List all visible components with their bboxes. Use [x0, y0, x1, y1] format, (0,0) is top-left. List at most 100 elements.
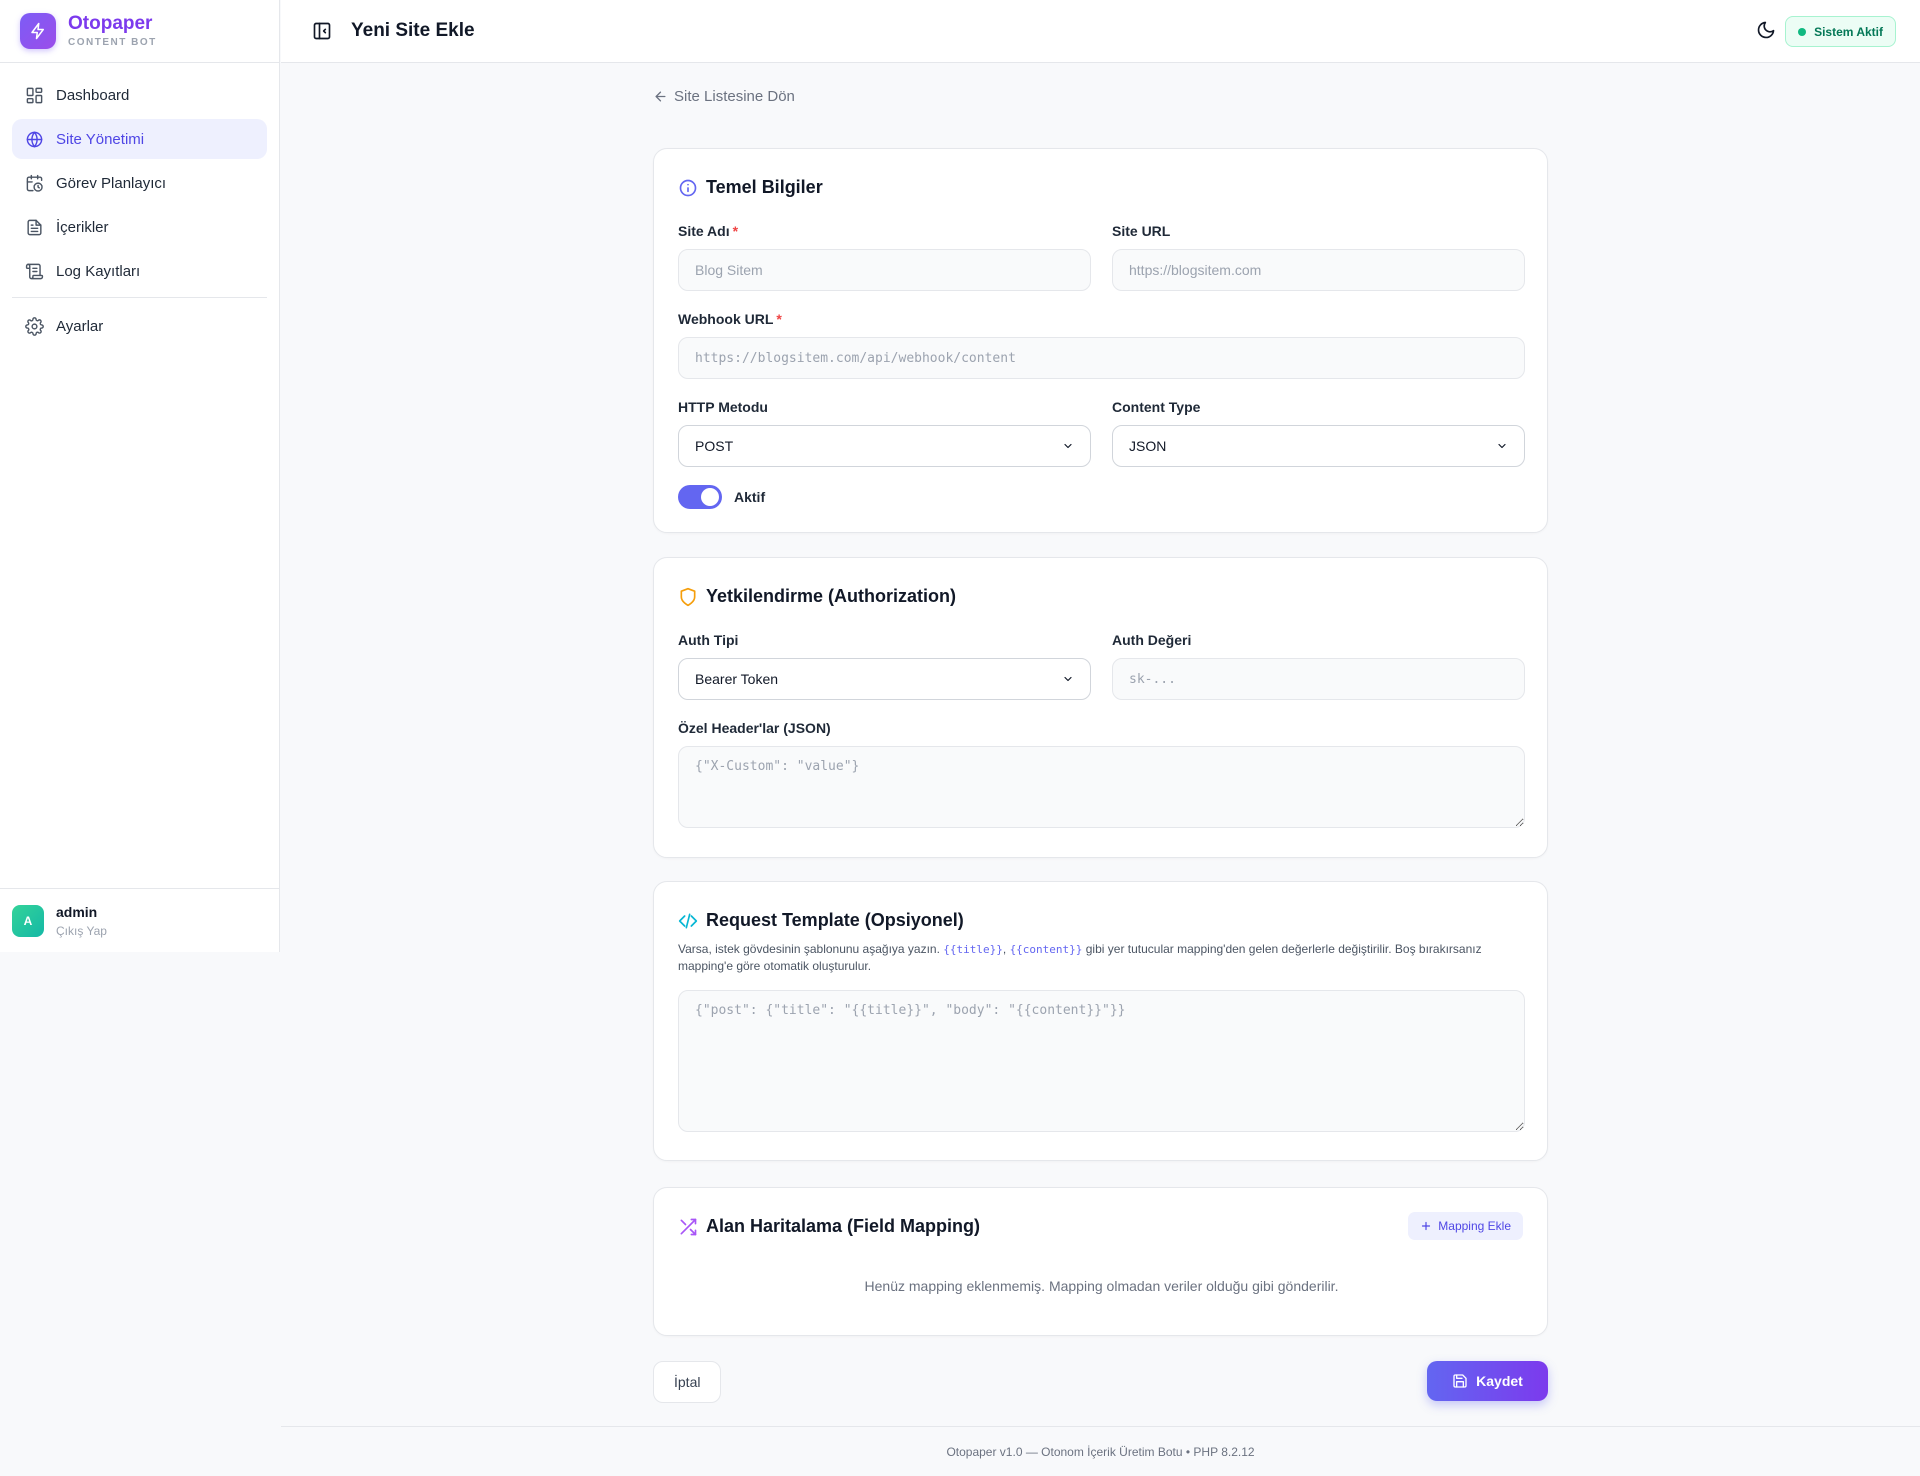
chevron-down-icon	[1498, 443, 1506, 449]
content-type-select[interactable]: JSON	[1112, 425, 1525, 467]
sidebar-collapse-icon	[313, 22, 331, 40]
sidebar-item-label: Görev Planlayıcı	[56, 174, 167, 192]
status-dot-icon	[1798, 27, 1807, 36]
arrow-left-icon	[655, 91, 666, 102]
sidebar-nav: Dashboard Site Yönetimi Görev Planlayıcı…	[0, 63, 279, 346]
info-icon	[679, 179, 697, 196]
auth-value-field: Auth Değeri	[1112, 632, 1525, 700]
avatar: A	[12, 904, 44, 937]
document-icon	[27, 219, 42, 235]
calendar-clock-icon	[26, 174, 43, 192]
plus-icon	[1422, 1221, 1431, 1231]
sidebar-item-label: Dashboard	[56, 86, 130, 104]
card-title: Yetkilendirme (Authorization)	[678, 586, 956, 607]
request-template-field	[678, 990, 1525, 1137]
sidebar-item-label: Site Yönetimi	[56, 130, 145, 148]
auth-value-input[interactable]	[1112, 658, 1525, 700]
request-template-card: Request Template (Opsiyonel) Varsa, iste…	[653, 881, 1548, 1161]
bolt-icon	[20, 13, 56, 49]
site-url-input[interactable]	[1112, 249, 1525, 291]
http-method-field: HTTP Metodu POST	[678, 399, 1091, 467]
webhook-url-input[interactable]	[678, 337, 1525, 379]
page-title: Yeni Site Ekle	[351, 20, 475, 41]
dashboard-icon	[26, 87, 43, 103]
card-title-text: Temel Bilgiler	[706, 177, 823, 197]
card-title: Temel Bilgiler	[678, 177, 823, 198]
sidebar: Otopaper CONTENT BOT Dashboard Site Yöne…	[0, 0, 280, 952]
site-url-field: Site URL	[1112, 223, 1525, 291]
empty-mapping-text: Henüz mapping eklenmemiş. Mapping olmada…	[864, 1278, 1339, 1294]
card-title-text: Request Template (Opsiyonel)	[706, 910, 964, 930]
scroll-icon	[25, 263, 44, 279]
request-template-textarea[interactable]	[678, 990, 1525, 1132]
field-mapping-card: Alan Haritalama (Field Mapping) Mapping …	[653, 1187, 1548, 1336]
content-type-label: Content Type	[1112, 399, 1201, 415]
template-description: Varsa, istek gövdesinin şablonunu aşağıy…	[678, 942, 1482, 973]
back-link-label: Site Listesine Dön	[674, 88, 795, 105]
site-url-label: Site URL	[1112, 223, 1171, 239]
site-name-field: Site Adı *	[678, 223, 1091, 291]
status-text: Sistem Aktif	[1814, 24, 1883, 39]
chevron-down-icon	[1064, 676, 1072, 682]
http-method-value: POST	[695, 438, 734, 454]
chevron-down-icon	[1064, 443, 1072, 449]
shield-icon	[680, 587, 696, 606]
card-title-text: Yetkilendirme (Authorization)	[706, 586, 957, 606]
sidebar-item-label: İçerikler	[56, 218, 109, 236]
active-toggle-label: Aktif	[734, 489, 766, 505]
brand[interactable]: Otopaper CONTENT BOT	[0, 0, 279, 63]
moon-icon	[1757, 21, 1775, 39]
http-method-select[interactable]: POST	[678, 425, 1091, 467]
code-icon	[678, 913, 698, 928]
status-badge: Sistem Aktif	[1785, 16, 1896, 47]
site-name-input[interactable]	[678, 249, 1091, 291]
gear-icon	[25, 316, 44, 336]
cancel-button[interactable]: İptal	[653, 1361, 722, 1403]
auth-type-select[interactable]: Bearer Token	[678, 658, 1091, 700]
logout-link[interactable]: Çıkış Yap	[56, 924, 107, 938]
card-title-text: Alan Haritalama (Field Mapping)	[706, 1216, 981, 1236]
auth-type-field: Auth Tipi Bearer Token	[678, 632, 1091, 700]
authorization-card: Yetkilendirme (Authorization) Auth Tipi …	[653, 557, 1548, 858]
sidebar-item-label: Log Kayıtları	[56, 262, 141, 280]
globe-icon	[26, 131, 43, 147]
brand-subtitle: CONTENT BOT	[68, 37, 157, 48]
webhook-url-field: Webhook URL *	[678, 311, 1525, 379]
add-mapping-button[interactable]: Mapping Ekle	[1408, 1212, 1523, 1240]
shuffle-icon	[680, 1218, 697, 1235]
footer: Otopaper v1.0 — Otonom İçerik Üretim Bot…	[281, 1426, 1920, 1476]
sidebar-item-task-planner[interactable]: Görev Planlayıcı	[12, 163, 267, 203]
card-title: Request Template (Opsiyonel)	[678, 910, 964, 931]
custom-headers-label: Özel Header'lar (JSON)	[678, 720, 831, 736]
sidebar-toggle-button[interactable]	[311, 20, 333, 42]
content-type-field: Content Type JSON	[1112, 399, 1525, 467]
active-toggle[interactable]	[678, 485, 722, 509]
basic-info-card: Temel Bilgiler Site Adı* Site URL Webhoo…	[653, 148, 1548, 533]
toggle-knob	[701, 488, 719, 506]
webhook-url-label: Webhook URL *	[678, 311, 782, 327]
sidebar-item-dashboard[interactable]: Dashboard	[12, 75, 267, 115]
sidebar-item-label: Ayarlar	[56, 317, 104, 335]
save-icon	[1453, 1374, 1467, 1388]
auth-type-label: Auth Tipi	[678, 632, 739, 648]
http-method-label: HTTP Metodu	[678, 399, 768, 415]
save-button[interactable]: Kaydet	[1427, 1361, 1548, 1401]
user-name: admin	[56, 903, 98, 920]
topbar: Yeni Site Ekle Sistem Aktif	[281, 0, 1920, 63]
custom-headers-field: Özel Header'lar (JSON)	[678, 720, 1525, 833]
nav-divider	[12, 297, 267, 298]
brand-name: Otopaper	[68, 13, 153, 34]
user-box: A admin Çıkış Yap	[0, 888, 279, 952]
sidebar-item-logs[interactable]: Log Kayıtları	[12, 251, 267, 291]
add-mapping-label: Mapping Ekle	[1438, 1219, 1511, 1233]
sidebar-item-site-management[interactable]: Site Yönetimi	[12, 119, 267, 159]
save-label: Kaydet	[1476, 1373, 1523, 1389]
auth-value-label: Auth Değeri	[1112, 632, 1192, 648]
custom-headers-textarea[interactable]	[678, 746, 1525, 828]
sidebar-item-settings[interactable]: Ayarlar	[12, 306, 267, 346]
site-name-label: Site Adı *	[678, 223, 739, 239]
sidebar-item-contents[interactable]: İçerikler	[12, 207, 267, 247]
back-to-site-list-link[interactable]: Site Listesine Dön	[653, 88, 795, 105]
theme-toggle-button[interactable]	[1756, 20, 1780, 44]
auth-type-value: Bearer Token	[695, 671, 779, 687]
